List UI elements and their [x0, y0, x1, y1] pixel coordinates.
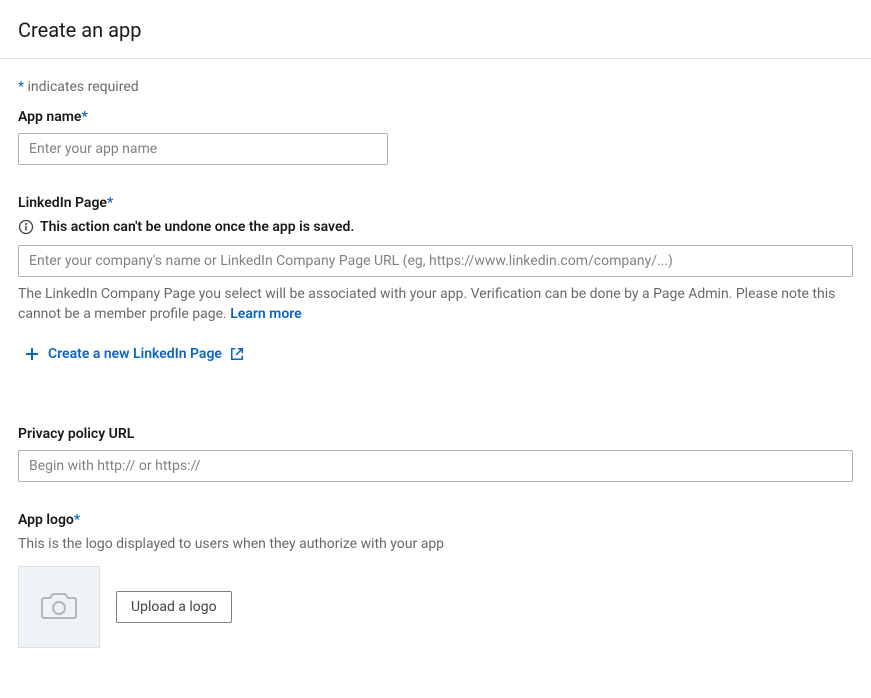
linkedin-page-input[interactable] [18, 245, 853, 277]
privacy-policy-field: Privacy policy URL [18, 426, 853, 482]
app-name-field: App name* [18, 109, 853, 165]
camera-icon [40, 590, 78, 624]
required-note-text: indicates required [24, 79, 139, 95]
app-name-label: App name* [18, 109, 853, 125]
learn-more-link[interactable]: Learn more [230, 306, 301, 322]
form-content: * indicates required App name* LinkedIn … [0, 59, 871, 698]
linkedin-page-helper: The LinkedIn Company Page you select wil… [18, 285, 853, 324]
required-asterisk: * [81, 109, 87, 125]
info-icon [18, 219, 34, 235]
page-header: Create an app [0, 0, 871, 59]
logo-placeholder[interactable] [18, 566, 100, 648]
app-name-input[interactable] [18, 133, 388, 165]
warning-text: This action can't be undone once the app… [40, 219, 354, 235]
required-indicator-note: * indicates required [18, 79, 853, 95]
app-logo-label: App logo* [18, 512, 853, 528]
privacy-policy-label: Privacy policy URL [18, 426, 853, 442]
app-logo-field: App logo* This is the logo displayed to … [18, 512, 853, 648]
linkedin-page-warning: This action can't be undone once the app… [18, 219, 853, 235]
upload-logo-button[interactable]: Upload a logo [116, 591, 232, 623]
app-logo-row: Upload a logo [18, 566, 853, 648]
create-linkedin-page-link[interactable]: Create a new LinkedIn Page [24, 346, 244, 362]
linkedin-page-label: LinkedIn Page* [18, 195, 853, 211]
external-link-icon [230, 347, 244, 361]
create-page-text: Create a new LinkedIn Page [48, 346, 222, 362]
required-asterisk: * [107, 195, 113, 211]
page-title: Create an app [18, 18, 853, 42]
privacy-policy-input[interactable] [18, 450, 853, 482]
plus-icon [24, 346, 40, 362]
app-logo-helper: This is the logo displayed to users when… [18, 536, 853, 552]
linkedin-page-field: LinkedIn Page* This action can't be undo… [18, 195, 853, 366]
required-asterisk: * [74, 512, 80, 528]
